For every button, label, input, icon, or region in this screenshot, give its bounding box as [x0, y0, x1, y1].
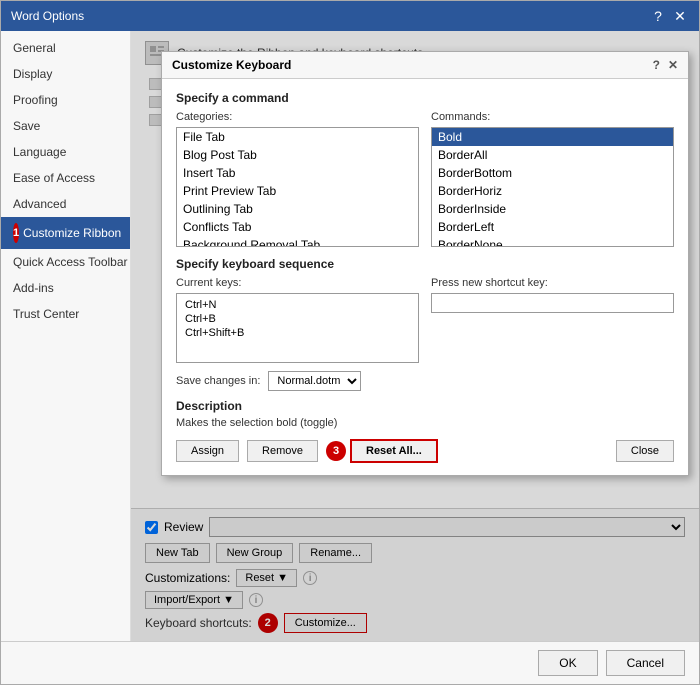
- sidebar-item-ease-of-access[interactable]: Ease of Access: [1, 165, 130, 191]
- dialog-button-row: Assign Remove 3 Reset All... Close: [176, 439, 674, 463]
- sidebar: General Display Proofing Save Language E…: [1, 31, 131, 641]
- dialog-title-right: ? ✕: [653, 58, 678, 72]
- category-insert-tab[interactable]: Insert Tab: [177, 164, 418, 182]
- press-shortcut-input[interactable]: [431, 293, 674, 313]
- commands-listbox[interactable]: Bold BorderAll BorderBottom BorderHoriz …: [431, 127, 674, 247]
- category-background-removal-tab[interactable]: Background Removal Tab: [177, 236, 418, 247]
- command-bold[interactable]: Bold: [432, 128, 673, 146]
- specify-keyboard-label: Specify keyboard sequence: [176, 257, 674, 271]
- sidebar-item-proofing[interactable]: Proofing: [1, 87, 130, 113]
- sidebar-item-add-ins[interactable]: Add-ins: [1, 275, 130, 301]
- command-border-none[interactable]: BorderNone: [432, 236, 673, 247]
- badge-1: 1: [13, 223, 19, 243]
- save-row: Save changes in: Normal.dotm: [176, 371, 674, 391]
- command-border-horiz[interactable]: BorderHoriz: [432, 182, 673, 200]
- title-bar-buttons: ? ✕: [649, 7, 689, 25]
- commands-col: Commands: Bold BorderAll BorderBottom Bo…: [431, 111, 674, 247]
- reset-all-button[interactable]: Reset All...: [350, 439, 438, 463]
- dialog-title-text: Customize Keyboard: [172, 58, 291, 72]
- category-conflicts-tab[interactable]: Conflicts Tab: [177, 218, 418, 236]
- sidebar-item-quick-access-toolbar[interactable]: Quick Access Toolbar: [1, 249, 130, 275]
- description-text: Makes the selection bold (toggle): [176, 417, 674, 429]
- command-border-left[interactable]: BorderLeft: [432, 218, 673, 236]
- dialog-help-icon[interactable]: ?: [653, 58, 660, 72]
- title-bar-text: Word Options: [11, 9, 84, 23]
- right-panel: Customize the Ribbon and keyboard shortc…: [131, 31, 699, 641]
- category-print-preview-tab[interactable]: Print Preview Tab: [177, 182, 418, 200]
- current-key-3: Ctrl+Shift+B: [181, 326, 414, 340]
- current-key-2: Ctrl+B: [181, 312, 414, 326]
- sidebar-item-display[interactable]: Display: [1, 61, 130, 87]
- command-border-bottom[interactable]: BorderBottom: [432, 164, 673, 182]
- title-bar: Word Options ? ✕: [1, 1, 699, 31]
- ok-button[interactable]: OK: [538, 650, 597, 676]
- categories-col: Categories: File Tab Blog Post Tab Inser…: [176, 111, 419, 247]
- current-keys-col: Current keys: Ctrl+N Ctrl+B Ctrl+Shift+B: [176, 277, 419, 363]
- sidebar-item-general[interactable]: General: [1, 35, 130, 61]
- press-shortcut-label: Press new shortcut key:: [431, 277, 674, 289]
- save-changes-select[interactable]: Normal.dotm: [268, 371, 361, 391]
- sidebar-item-advanced[interactable]: Advanced: [1, 191, 130, 217]
- customize-keyboard-dialog: Customize Keyboard ? ✕ Specify a command…: [161, 51, 689, 476]
- command-border-all[interactable]: BorderAll: [432, 146, 673, 164]
- sidebar-item-customize-ribbon[interactable]: 1 Customize Ribbon: [1, 217, 130, 249]
- save-changes-label: Save changes in:: [176, 375, 260, 387]
- categories-listbox[interactable]: File Tab Blog Post Tab Insert Tab Print …: [176, 127, 419, 247]
- dialog-body: Specify a command Categories: File Tab B…: [162, 79, 688, 475]
- remove-button[interactable]: Remove: [247, 440, 318, 462]
- main-content: General Display Proofing Save Language E…: [1, 31, 699, 641]
- category-file-tab[interactable]: File Tab: [177, 128, 418, 146]
- help-button[interactable]: ?: [649, 7, 667, 25]
- close-dialog-button[interactable]: Close: [616, 440, 674, 462]
- current-keys-box: Ctrl+N Ctrl+B Ctrl+Shift+B: [176, 293, 419, 363]
- close-button[interactable]: ✕: [671, 7, 689, 25]
- dialog-close-icon[interactable]: ✕: [668, 58, 678, 72]
- word-options-footer: OK Cancel: [1, 641, 699, 684]
- description-label: Description: [176, 399, 674, 413]
- sidebar-item-language[interactable]: Language: [1, 139, 130, 165]
- categories-label: Categories:: [176, 111, 419, 123]
- commands-label: Commands:: [431, 111, 674, 123]
- badge-3: 3: [326, 441, 346, 461]
- command-columns: Categories: File Tab Blog Post Tab Inser…: [176, 111, 674, 247]
- specify-command-label: Specify a command: [176, 91, 674, 105]
- sidebar-item-save[interactable]: Save: [1, 113, 130, 139]
- cancel-button[interactable]: Cancel: [606, 650, 685, 676]
- command-border-inside[interactable]: BorderInside: [432, 200, 673, 218]
- shortcut-row: Current keys: Ctrl+N Ctrl+B Ctrl+Shift+B…: [176, 277, 674, 363]
- assign-button[interactable]: Assign: [176, 440, 239, 462]
- word-options-window: Word Options ? ✕ General Display Proofin…: [0, 0, 700, 685]
- category-outlining-tab[interactable]: Outlining Tab: [177, 200, 418, 218]
- category-blog-post-tab[interactable]: Blog Post Tab: [177, 146, 418, 164]
- dialog-title-bar: Customize Keyboard ? ✕: [162, 52, 688, 79]
- current-key-1: Ctrl+N: [181, 298, 414, 312]
- press-shortcut-col: Press new shortcut key:: [431, 277, 674, 363]
- current-keys-label: Current keys:: [176, 277, 419, 289]
- sidebar-item-trust-center[interactable]: Trust Center: [1, 301, 130, 327]
